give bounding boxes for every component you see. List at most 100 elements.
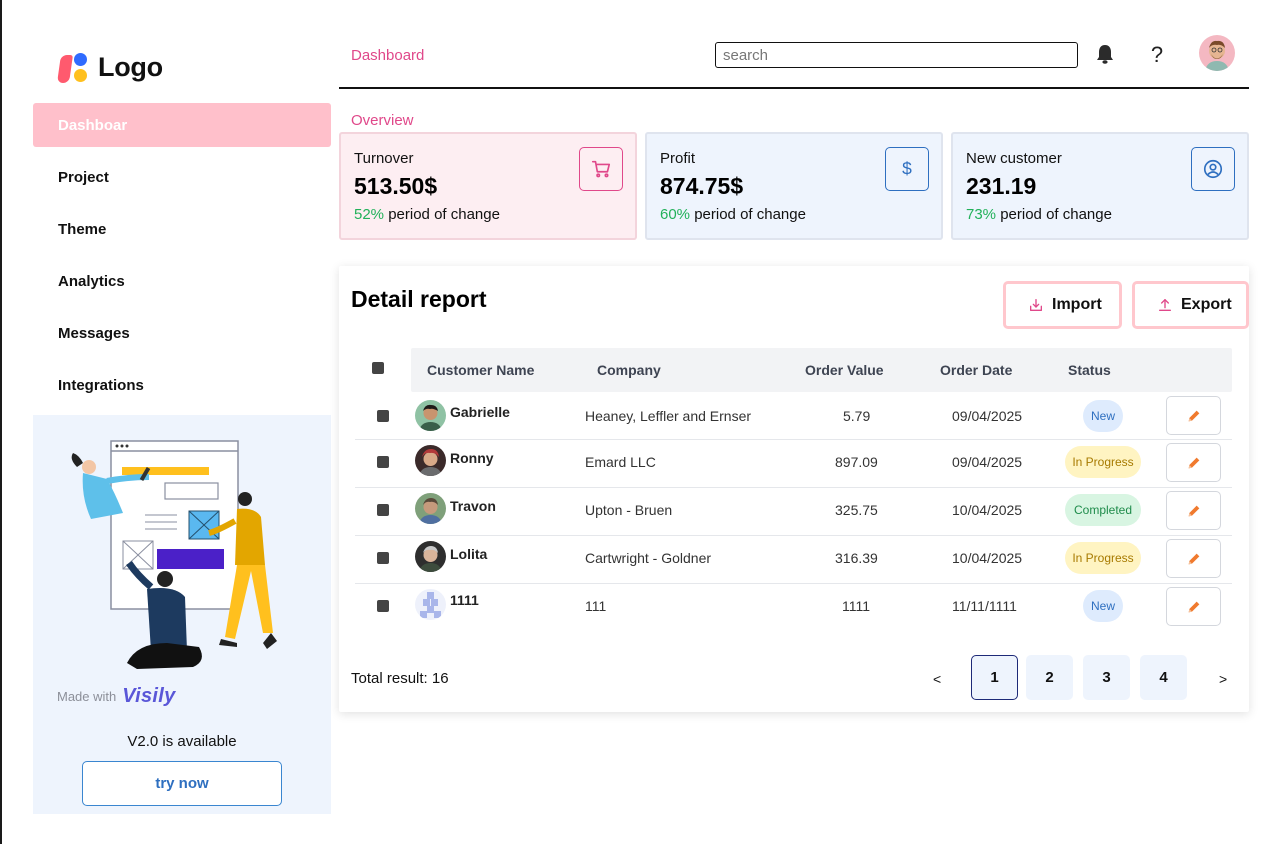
customer-avatar	[415, 541, 446, 572]
try-now-button[interactable]: try now	[82, 761, 282, 806]
card-change-percent: 60%	[660, 206, 691, 223]
column-header-order-date[interactable]: Order Date	[940, 362, 1012, 378]
svg-text:$: $	[902, 159, 912, 179]
page-button-1[interactable]: 1	[971, 655, 1018, 700]
card-change: 73% period of change	[966, 206, 1247, 223]
next-page-button[interactable]: >	[1219, 671, 1227, 687]
cart-icon[interactable]	[579, 147, 623, 191]
customer-name: Travon	[450, 498, 496, 514]
select-all-checkbox[interactable]	[372, 362, 384, 374]
order-value-cell: 5.79	[843, 408, 871, 424]
status-badge: Completed	[1065, 494, 1141, 526]
status-badge: New	[1083, 590, 1123, 622]
company-cell: Heaney, Leffler and Ernser	[585, 408, 752, 424]
logo-text: Logo	[98, 51, 163, 82]
sidebar-item-dashboard[interactable]: Dashboar	[33, 103, 331, 147]
customer-name: 1111	[450, 592, 479, 608]
customer-avatar	[415, 400, 446, 431]
card-change: 52% period of change	[354, 206, 635, 223]
report-title: Detail report	[351, 286, 487, 312]
customer-avatar	[415, 493, 446, 524]
customer-avatar	[415, 445, 446, 476]
sidebar: Logo Dashboar Project Theme Analytics Me…	[33, 0, 331, 844]
customer-avatar	[415, 589, 446, 620]
new-customer-card: New customer 231.19 73% period of change	[951, 132, 1249, 240]
edit-button[interactable]	[1166, 587, 1221, 626]
export-button[interactable]: Export	[1132, 281, 1249, 329]
table-row: Lolita Cartwright - Goldner 316.39 10/04…	[355, 536, 1232, 584]
card-change-text: period of change	[1000, 206, 1112, 223]
card-change-text: period of change	[694, 206, 806, 223]
edit-button[interactable]	[1166, 539, 1221, 578]
order-value-cell: 1111	[842, 598, 871, 614]
order-date-cell: 10/04/2025	[952, 502, 1023, 518]
import-button[interactable]: Import	[1003, 281, 1122, 329]
edit-button[interactable]	[1166, 443, 1221, 482]
order-date-cell: 09/04/2025	[952, 454, 1023, 470]
pencil-icon	[1188, 410, 1199, 421]
overview-heading: Overview	[351, 112, 414, 129]
breadcrumb[interactable]: Dashboard	[351, 47, 424, 64]
user-circle-icon[interactable]	[1191, 147, 1235, 191]
sidebar-item-theme[interactable]: Theme	[33, 207, 331, 251]
help-icon[interactable]: ?	[1147, 42, 1167, 68]
header-divider	[339, 87, 1249, 89]
page-button-2[interactable]: 2	[1026, 655, 1073, 700]
logo-mark-icon	[57, 50, 90, 84]
logo[interactable]: Logo	[57, 50, 163, 84]
dollar-icon[interactable]: $	[885, 147, 929, 191]
company-cell: Upton - Bruen	[585, 502, 673, 518]
row-checkbox[interactable]	[377, 410, 389, 422]
user-avatar[interactable]	[1199, 35, 1235, 71]
pencil-icon	[1188, 505, 1199, 516]
table-row: Ronny Emard LLC 897.09 09/04/2025 In Pro…	[355, 440, 1232, 488]
pencil-icon	[1188, 553, 1199, 564]
card-change-percent: 52%	[354, 206, 385, 223]
upload-icon	[1159, 299, 1171, 311]
row-checkbox[interactable]	[377, 504, 389, 516]
page-button-3[interactable]: 3	[1083, 655, 1130, 700]
customer-name: Ronny	[450, 450, 494, 466]
column-header-customer-name[interactable]: Customer Name	[427, 362, 534, 378]
status-badge: In Progress	[1065, 542, 1141, 574]
profit-card: Profit 874.75$ 60% period of change $	[645, 132, 943, 240]
version-text: V2.0 is available	[127, 733, 237, 750]
sidebar-item-integrations[interactable]: Integrations	[33, 363, 331, 407]
table-row: Travon Upton - Bruen 325.75 10/04/2025 C…	[355, 488, 1232, 536]
order-value-cell: 325.75	[835, 502, 878, 518]
sidebar-item-analytics[interactable]: Analytics	[33, 259, 331, 303]
turnover-card: Turnover 513.50$ 52% period of change	[339, 132, 637, 240]
download-icon	[1030, 299, 1042, 311]
export-label: Export	[1181, 296, 1232, 313]
sidebar-item-messages[interactable]: Messages	[33, 311, 331, 355]
row-checkbox[interactable]	[377, 456, 389, 468]
sidebar-nav: Dashboar Project Theme Analytics Message…	[33, 103, 331, 415]
status-badge: New	[1083, 400, 1123, 432]
edit-button[interactable]	[1166, 396, 1221, 435]
edit-button[interactable]	[1166, 491, 1221, 530]
made-with-visily: Made with Visily	[57, 685, 176, 708]
column-header-status[interactable]: Status	[1068, 362, 1111, 378]
order-date-cell: 11/11/1111	[952, 598, 1017, 614]
column-header-order-value[interactable]: Order Value	[805, 362, 884, 378]
search-input[interactable]	[715, 42, 1078, 68]
row-checkbox[interactable]	[377, 552, 389, 564]
card-change: 60% period of change	[660, 206, 941, 223]
column-header-company[interactable]: Company	[597, 362, 661, 378]
row-checkbox[interactable]	[377, 600, 389, 612]
pencil-icon	[1188, 601, 1199, 612]
sidebar-item-project[interactable]: Project	[33, 155, 331, 199]
pencil-icon	[1188, 457, 1199, 468]
upgrade-promo-panel: Made with Visily V2.0 is available try n…	[33, 415, 331, 814]
bell-icon[interactable]	[1094, 43, 1116, 65]
table-row: Gabrielle Heaney, Leffler and Ernser 5.7…	[355, 392, 1232, 440]
table-row: 1111 111 1111 11/11/1111 New	[355, 584, 1232, 632]
prev-page-button[interactable]: <	[933, 671, 941, 687]
card-change-text: period of change	[388, 206, 500, 223]
customer-name: Lolita	[450, 546, 488, 562]
status-badge: In Progress	[1065, 446, 1141, 478]
order-date-cell: 09/04/2025	[952, 408, 1023, 424]
page-button-4[interactable]: 4	[1140, 655, 1187, 700]
window-edge	[0, 0, 2, 844]
order-date-cell: 10/04/2025	[952, 550, 1023, 566]
